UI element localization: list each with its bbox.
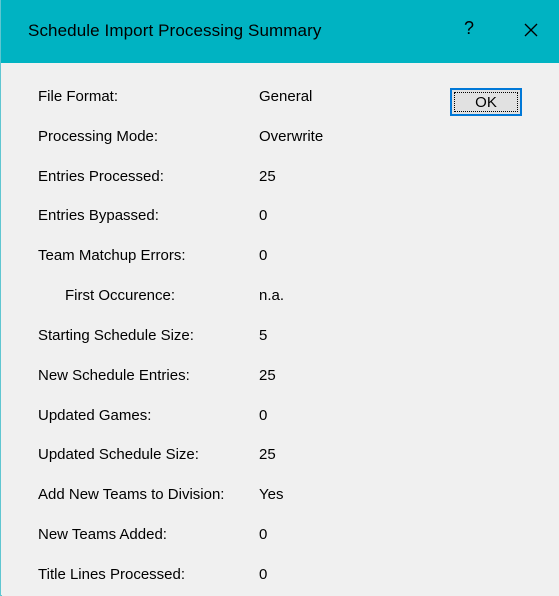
new-schedule-entries-value: 25 <box>259 367 276 384</box>
dialog-body: File Format: General Processing Mode: Ov… <box>2 63 559 596</box>
entries-bypassed-label: Entries Bypassed: <box>38 207 159 224</box>
entries-bypassed-value: 0 <box>259 207 268 224</box>
team-matchup-errors-label: Team Matchup Errors: <box>38 247 186 264</box>
entries-processed-label: Entries Processed: <box>38 168 164 185</box>
updated-games-label: Updated Games: <box>38 407 152 424</box>
processing-mode-value: Overwrite <box>259 128 324 145</box>
first-occurence-value: n.a. <box>259 287 285 304</box>
add-new-teams-label: Add New Teams to Division: <box>38 486 225 503</box>
import-summary-dialog: Schedule Import Processing Summary ? Fil… <box>0 0 559 596</box>
starting-schedule-size-label: Starting Schedule Size: <box>38 327 194 344</box>
ok-focus-rect: OK <box>454 92 518 112</box>
window-title: Schedule Import Processing Summary <box>28 21 322 40</box>
processing-mode-label: Processing Mode: <box>38 128 159 145</box>
new-teams-added-value: 0 <box>259 526 268 543</box>
new-schedule-entries-label: New Schedule Entries: <box>38 367 190 384</box>
close-button[interactable] <box>516 15 546 45</box>
updated-schedule-size-value: 25 <box>259 446 276 463</box>
add-new-teams-value: Yes <box>259 486 284 503</box>
ok-button[interactable]: OK <box>450 88 522 116</box>
title-lines-processed-label: Title Lines Processed: <box>38 566 186 583</box>
close-icon <box>524 23 538 37</box>
new-teams-added-label: New Teams Added: <box>38 526 167 543</box>
first-occurence-label: First Occurence: <box>65 287 176 304</box>
title-bar[interactable]: Schedule Import Processing Summary ? <box>1 0 559 63</box>
updated-schedule-size-label: Updated Schedule Size: <box>38 446 199 463</box>
updated-games-value: 0 <box>259 407 268 424</box>
ok-button-label: OK <box>475 93 497 111</box>
entries-processed-value: 25 <box>259 168 276 185</box>
starting-schedule-size-value: 5 <box>259 327 268 344</box>
file-format-label: File Format: <box>38 88 119 105</box>
team-matchup-errors-value: 0 <box>259 247 268 264</box>
file-format-value: General <box>259 88 313 105</box>
title-lines-processed-value: 0 <box>259 566 268 583</box>
help-button[interactable]: ? <box>459 18 479 39</box>
